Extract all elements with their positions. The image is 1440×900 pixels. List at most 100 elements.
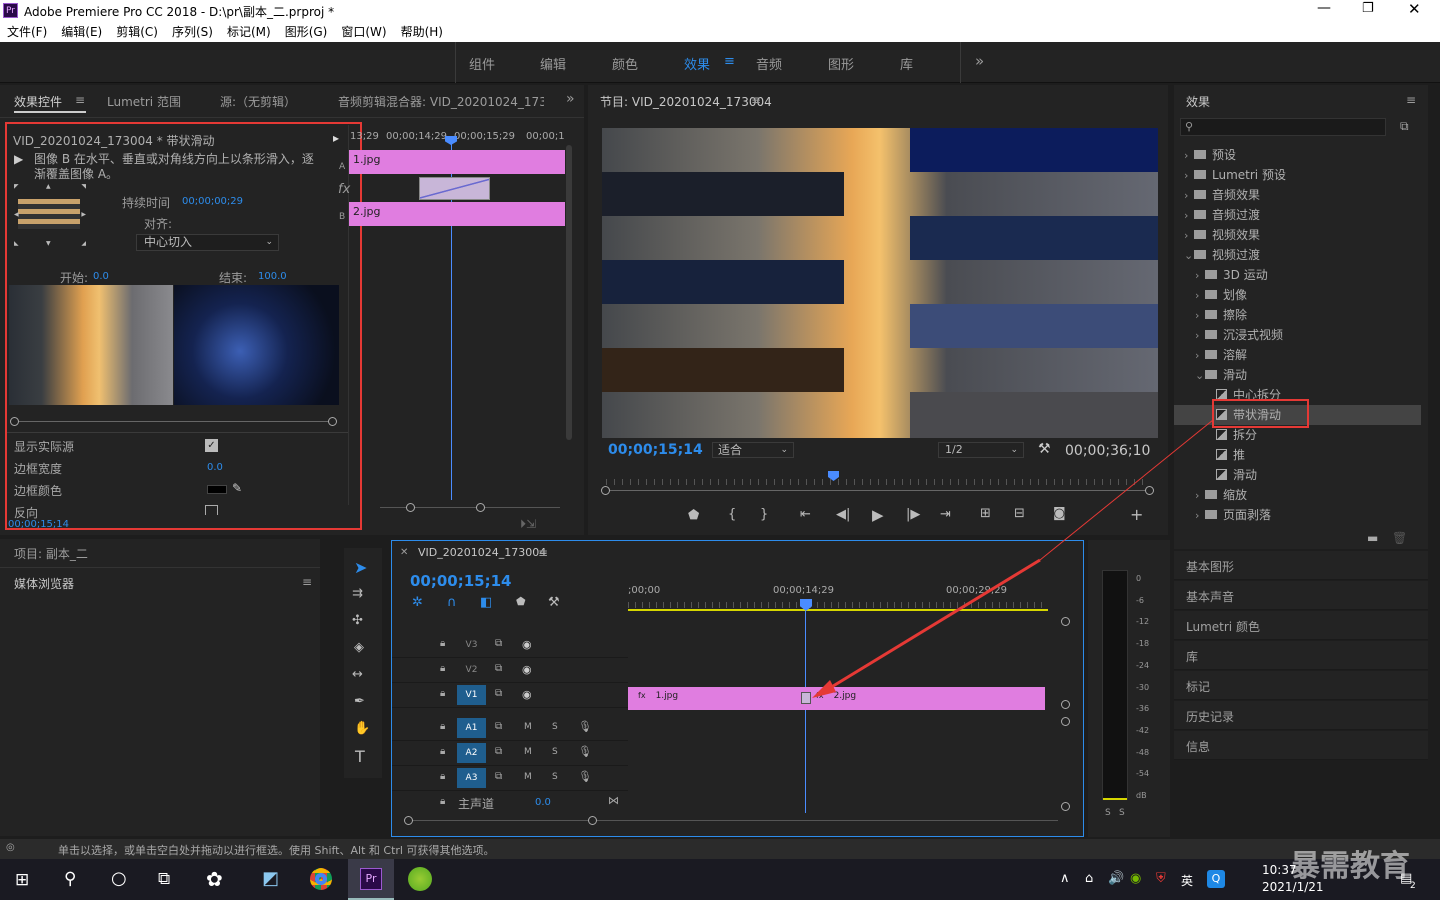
effects-tree-item[interactable]: 滑动	[1174, 465, 1421, 485]
app-pinwheel-icon[interactable]: ✿	[206, 867, 223, 891]
program-menu-icon[interactable]: ≡	[751, 93, 761, 107]
menu-help[interactable]: 帮助(H)	[394, 22, 450, 42]
chevron-right-icon[interactable]: ›	[1184, 146, 1194, 166]
app-notepad-icon[interactable]: ◩	[262, 868, 279, 889]
sync-lock-icon[interactable]: ⧉	[495, 663, 502, 674]
effects-tree-item[interactable]: › 音频效果	[1174, 185, 1421, 205]
panel-essential-sound[interactable]: 基本声音	[1174, 581, 1428, 610]
effects-tree-item[interactable]: › 音频过渡	[1174, 205, 1421, 225]
effects-tree-item[interactable]: 推	[1174, 445, 1421, 465]
add-marker-icon[interactable]: ⬟	[516, 595, 526, 608]
effects-tree-item[interactable]: › 划像	[1174, 285, 1421, 305]
timeline-title[interactable]: VID_20201024_173004	[418, 546, 546, 559]
mute-button[interactable]: M	[524, 722, 532, 732]
tab-effect-controls[interactable]: 效果控件	[14, 93, 62, 110]
mute-button[interactable]: M	[524, 747, 532, 757]
effects-tree-item[interactable]: › Lumetri 预设	[1174, 165, 1421, 185]
panel-lumetri-color[interactable]: Lumetri 颜色	[1174, 611, 1428, 640]
lift-icon[interactable]: ⊞	[980, 506, 991, 521]
camera-icon[interactable]: ◙	[1053, 506, 1066, 521]
effects-tree-item[interactable]: › 缩放	[1174, 485, 1421, 505]
chrome-icon[interactable]	[310, 868, 332, 890]
effects-menu-icon[interactable]: ≡	[1406, 93, 1416, 107]
minimize-button[interactable]: —	[1317, 0, 1331, 16]
security-shield-icon[interactable]: ⛨	[1156, 871, 1166, 886]
workspace-tab-assembly[interactable]: 组件	[469, 54, 495, 73]
microphone-icon[interactable]: 🎙︎	[578, 770, 592, 783]
tab-audio-clip-mixer[interactable]: 音频剪辑混合器: VID_20201024_173004	[338, 93, 544, 110]
mini-scrollbar[interactable]	[566, 145, 572, 440]
ripple-edit-tool-icon[interactable]: ✣	[352, 613, 363, 628]
lock-icon[interactable]: 🔒︎	[440, 746, 445, 757]
timeline-close-icon[interactable]: ✕	[400, 547, 408, 558]
resolution-dropdown[interactable]: 1/2 ⌄	[938, 442, 1024, 458]
linked-selection-icon[interactable]: ◧	[480, 595, 492, 610]
eye-icon[interactable]: ◉	[522, 663, 532, 676]
sync-lock-icon[interactable]: ⧉	[495, 638, 502, 649]
slip-tool-icon[interactable]: ↔	[352, 667, 363, 682]
workspace-tab-editing[interactable]: 编辑	[540, 54, 566, 73]
effects-tree-item[interactable]: › 沉浸式视频	[1174, 325, 1421, 345]
workspace-menu-icon[interactable]: ≡	[724, 54, 735, 69]
chevron-right-icon[interactable]: ›	[1184, 206, 1194, 226]
new-folder-icon[interactable]: ▬	[1367, 531, 1378, 545]
tab-source[interactable]: 源:（无剪辑）	[220, 93, 296, 110]
razor-tool-icon[interactable]: ◈	[354, 640, 364, 655]
track-target-label[interactable]: A2	[457, 743, 486, 763]
program-scroll-right[interactable]	[1145, 486, 1154, 495]
mute-button[interactable]: M	[524, 772, 532, 782]
maximize-button[interactable]: ❐	[1362, 1, 1374, 16]
effects-tree-item[interactable]: › 页面剥落	[1174, 505, 1421, 525]
panel-libraries[interactable]: 库	[1174, 641, 1428, 670]
effects-tree-item[interactable]: › 3D 运动	[1174, 265, 1421, 285]
track-target-label[interactable]: A1	[457, 718, 486, 738]
add-marker-icon[interactable]: ⬟	[688, 508, 699, 523]
go-to-in-icon[interactable]: ⇤	[800, 507, 811, 522]
menu-edit[interactable]: 编辑(E)	[54, 22, 109, 42]
eye-icon[interactable]: ◉	[522, 688, 532, 701]
chevron-right-icon[interactable]: ›	[1195, 346, 1205, 366]
effects-tree-item[interactable]: 拆分	[1174, 425, 1421, 445]
hand-tool-icon[interactable]: ✋	[354, 721, 370, 736]
cortana-icon[interactable]: ○	[111, 868, 127, 889]
solo-button[interactable]: S	[552, 747, 558, 757]
menu-clip[interactable]: 剪辑(C)	[109, 22, 165, 42]
effects-search-input[interactable]: ⚲	[1180, 118, 1386, 136]
lock-icon[interactable]: 🔒︎	[440, 638, 445, 649]
menu-window[interactable]: 窗口(W)	[334, 22, 393, 42]
work-area-bar[interactable]	[628, 609, 1048, 611]
pen-tool-icon[interactable]: ✒	[354, 694, 365, 709]
chevron-right-icon[interactable]: ›	[1195, 266, 1205, 286]
mark-in-icon[interactable]: {	[728, 507, 736, 522]
program-scroll-left[interactable]	[601, 486, 610, 495]
chevron-down-icon[interactable]: ⌄	[1195, 366, 1205, 386]
nest-icon[interactable]: ✲	[412, 595, 423, 610]
new-bin-icon[interactable]: ⧉	[1400, 119, 1409, 134]
settings-wrench-icon[interactable]: ⚒	[548, 595, 560, 610]
windows-start-icon[interactable]: ⊞	[15, 870, 29, 890]
track-target-label[interactable]: V1	[457, 685, 486, 705]
mini-h-scroll-handle-left[interactable]	[406, 503, 415, 512]
project-title[interactable]: 项目: 副本_二	[14, 545, 88, 562]
microphone-icon[interactable]: 🎙︎	[578, 720, 592, 733]
effects-tree-item[interactable]: › 溶解	[1174, 345, 1421, 365]
play-icon[interactable]: ▶	[872, 506, 884, 524]
more-tabs-icon[interactable]: »	[566, 91, 575, 107]
timeline-v-scroll-mid[interactable]	[1061, 700, 1070, 709]
chevron-right-icon[interactable]: ›	[1184, 166, 1194, 186]
panel-info[interactable]: 信息	[1174, 731, 1428, 760]
sync-lock-icon[interactable]: ⧉	[495, 688, 502, 699]
effects-tree-item[interactable]: › 预设	[1174, 145, 1421, 165]
lock-icon[interactable]: 🔒︎	[440, 771, 445, 782]
sync-lock-icon[interactable]: ⧉	[495, 721, 502, 732]
step-forward-icon[interactable]: |▶	[906, 507, 920, 522]
network-icon[interactable]: ⌂	[1085, 871, 1093, 886]
timeline-h-scroll-left[interactable]	[404, 816, 413, 825]
export-frame-icon[interactable]: ⏵⇲	[520, 517, 536, 532]
ime-indicator[interactable]: 英	[1181, 872, 1193, 889]
mini-clip-a[interactable]: 1.jpg	[349, 150, 565, 174]
lock-icon[interactable]: 🔒︎	[440, 663, 445, 674]
sync-lock-icon[interactable]: ⧉	[495, 771, 502, 782]
program-timecode[interactable]: 00;00;15;14	[608, 442, 703, 458]
close-button[interactable]: ✕	[1408, 0, 1421, 18]
